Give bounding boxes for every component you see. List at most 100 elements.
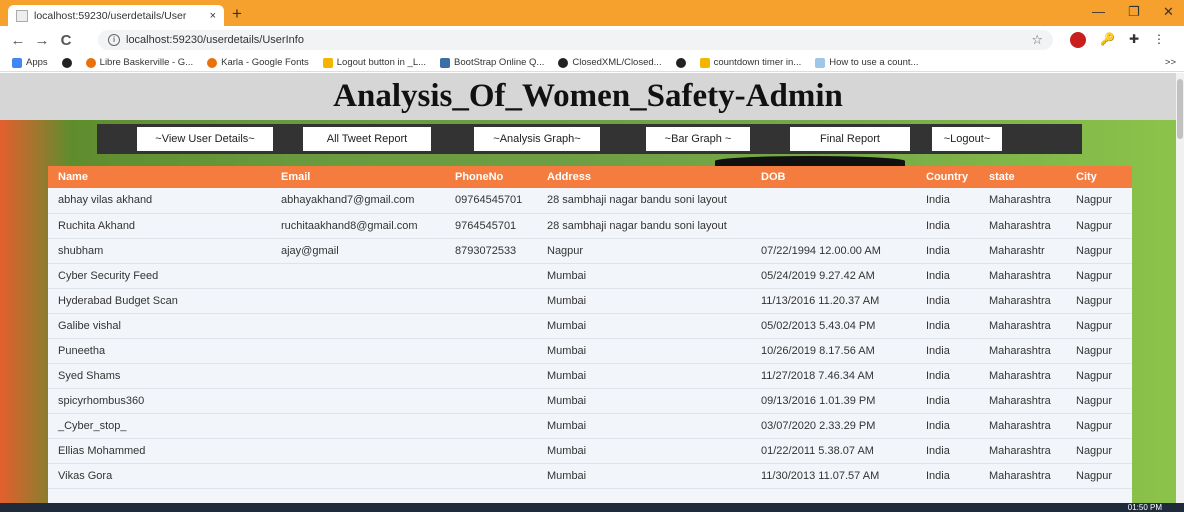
page-title: Analysis_Of_Women_Safety-Admin (333, 78, 843, 114)
page-header: Analysis_Of_Women_Safety-Admin (0, 73, 1176, 120)
cell-country: India (916, 238, 979, 264)
cell-city: Nagpur (1066, 238, 1132, 264)
cell-city: Nagpur (1066, 263, 1132, 289)
os-taskbar: 01:50 PM (0, 503, 1184, 512)
bootstrap-icon (440, 57, 451, 68)
nav-all-tweet-report[interactable]: All Tweet Report (303, 127, 431, 151)
table-row: Galibe vishal Mumbai 05/02/2013 5.43.04 PM… (48, 313, 1132, 339)
cell-city: Nagpur (1066, 188, 1132, 214)
cell-country: India (916, 313, 979, 339)
cell-state: Maharashtra (979, 213, 1066, 239)
cell-email (271, 463, 445, 489)
cell-phoneno (445, 438, 537, 464)
nav-logout[interactable]: ~Logout~ (932, 127, 1002, 151)
more-bookmarks-button[interactable]: >> (1165, 57, 1184, 68)
cell-name: Puneetha (48, 338, 271, 364)
cell-name: spicyrhombus360 (48, 388, 271, 414)
cell-email: abhayakhand7@gmail.com (271, 188, 445, 214)
bookmark-item[interactable]: Logout button in _L... (322, 57, 426, 68)
cell-phoneno (445, 338, 537, 364)
github-icon (558, 57, 569, 68)
bookmark-item[interactable]: How to use a count... (815, 57, 918, 68)
site-info-icon[interactable]: i (108, 34, 120, 46)
cell-dob: 11/13/2016 11.20.37 AM (751, 288, 916, 314)
bookmark-item[interactable]: Libre Baskerville - G... (85, 57, 193, 68)
cell-country: India (916, 438, 979, 464)
extension-area: 🔑 ✚ ⋮ (1070, 32, 1165, 48)
cell-dob: 03/07/2020 2.33.29 PM (751, 413, 916, 439)
column-header-name: Name (58, 171, 88, 183)
cell-dob: 11/27/2018 7.46.34 AM (751, 363, 916, 389)
bookmark-page-icon (815, 57, 826, 68)
cell-city: Nagpur (1066, 313, 1132, 339)
column-header-email: Email (281, 171, 311, 183)
bookmark-item[interactable]: ClosedXML/Closed... (558, 57, 662, 68)
window-minimize-button[interactable]: — (1092, 4, 1105, 19)
adblock-extension-icon[interactable] (1070, 32, 1086, 48)
cell-address: Mumbai (537, 413, 751, 439)
forward-button[interactable]: → (30, 32, 54, 49)
tab-close-icon[interactable]: × (210, 10, 216, 22)
google-fonts-icon (85, 57, 96, 68)
cell-address: Mumbai (537, 313, 751, 339)
puzzle-extension-icon[interactable]: ✚ (1129, 32, 1139, 48)
bookmark-item[interactable] (61, 57, 72, 68)
cell-name: Hyderabad Budget Scan (48, 288, 271, 314)
cell-address: Mumbai (537, 263, 751, 289)
url-text[interactable]: localhost:59230/userdetails/UserInfo (126, 34, 304, 46)
column-header-phoneno: PhoneNo (455, 171, 504, 183)
cell-phoneno (445, 363, 537, 389)
cell-name: Vikas Gora (48, 463, 271, 489)
column-header-state: state (989, 171, 1015, 183)
cell-city: Nagpur (1066, 213, 1132, 239)
cell-address: Mumbai (537, 288, 751, 314)
bookmarks-bar: Apps Libre Baskerville - G... Karla - Go… (0, 54, 1184, 72)
reload-button[interactable]: C (54, 32, 78, 49)
bookmark-item[interactable]: BootStrap Online Q... (440, 57, 544, 68)
cell-dob: 07/22/1994 12.00.00 AM (751, 238, 916, 264)
cell-name: Syed Shams (48, 363, 271, 389)
cell-email (271, 313, 445, 339)
bookmark-item[interactable]: Karla - Google Fonts (207, 57, 309, 68)
window-maximize-button[interactable]: ❐ (1128, 4, 1140, 20)
table-row: _Cyber_stop_ Mumbai 03/07/2020 2.33.29 PM I… (48, 413, 1132, 439)
back-button[interactable]: ← (6, 32, 30, 49)
address-bar[interactable]: i localhost:59230/userdetails/UserInfo ☆ (98, 30, 1053, 50)
nav-analysis-graph[interactable]: ~Analysis Graph~ (474, 127, 600, 151)
bookmark-star-icon[interactable]: ☆ (1031, 32, 1043, 48)
bookmark-item[interactable]: countdown timer in... (699, 57, 801, 68)
cell-address: Mumbai (537, 438, 751, 464)
cell-email (271, 263, 445, 289)
page-viewport: Analysis_Of_Women_Safety-Admin ~View Use… (0, 73, 1176, 503)
cell-country: India (916, 288, 979, 314)
background-emblem (715, 156, 905, 166)
cell-phoneno (445, 263, 537, 289)
cell-dob: 01/22/2011 5.38.07 AM (751, 438, 916, 464)
cell-phoneno: 9764545701 (445, 213, 537, 239)
cell-state: Maharashtra (979, 438, 1066, 464)
cell-state: Maharashtra (979, 338, 1066, 364)
cell-state: Maharashtra (979, 288, 1066, 314)
bookmark-item[interactable]: Apps (12, 57, 48, 68)
bookmark-item[interactable] (675, 57, 686, 68)
scrollbar-thumb[interactable] (1177, 79, 1183, 139)
cell-city: Nagpur (1066, 438, 1132, 464)
table-body: abhay vilas akhand abhayakhand7@gmail.com… (48, 188, 1132, 489)
cell-name: shubham (48, 238, 271, 264)
nav-bar-graph[interactable]: ~Bar Graph ~ (646, 127, 750, 151)
cell-country: India (916, 188, 979, 214)
cell-state: Maharashtra (979, 313, 1066, 339)
window-close-button[interactable]: ✕ (1163, 4, 1174, 20)
table-header-row: Name Email PhoneNo Address DOB Country state Ci… (48, 166, 1132, 188)
page-scrollbar[interactable] (1176, 73, 1184, 503)
key-extension-icon[interactable]: 🔑 (1100, 32, 1115, 48)
cell-email (271, 413, 445, 439)
admin-navbar: ~View User Details~ All Tweet Report ~An… (97, 124, 1082, 154)
browser-tab[interactable]: localhost:59230/userdetails/User × (8, 5, 224, 26)
column-header-country: Country (926, 171, 969, 183)
new-tab-button[interactable]: + (232, 4, 242, 24)
menu-kebab-icon[interactable]: ⋮ (1153, 32, 1165, 48)
nav-view-user-details[interactable]: ~View User Details~ (137, 127, 273, 151)
cell-email (271, 388, 445, 414)
nav-final-report[interactable]: Final Report (790, 127, 910, 151)
